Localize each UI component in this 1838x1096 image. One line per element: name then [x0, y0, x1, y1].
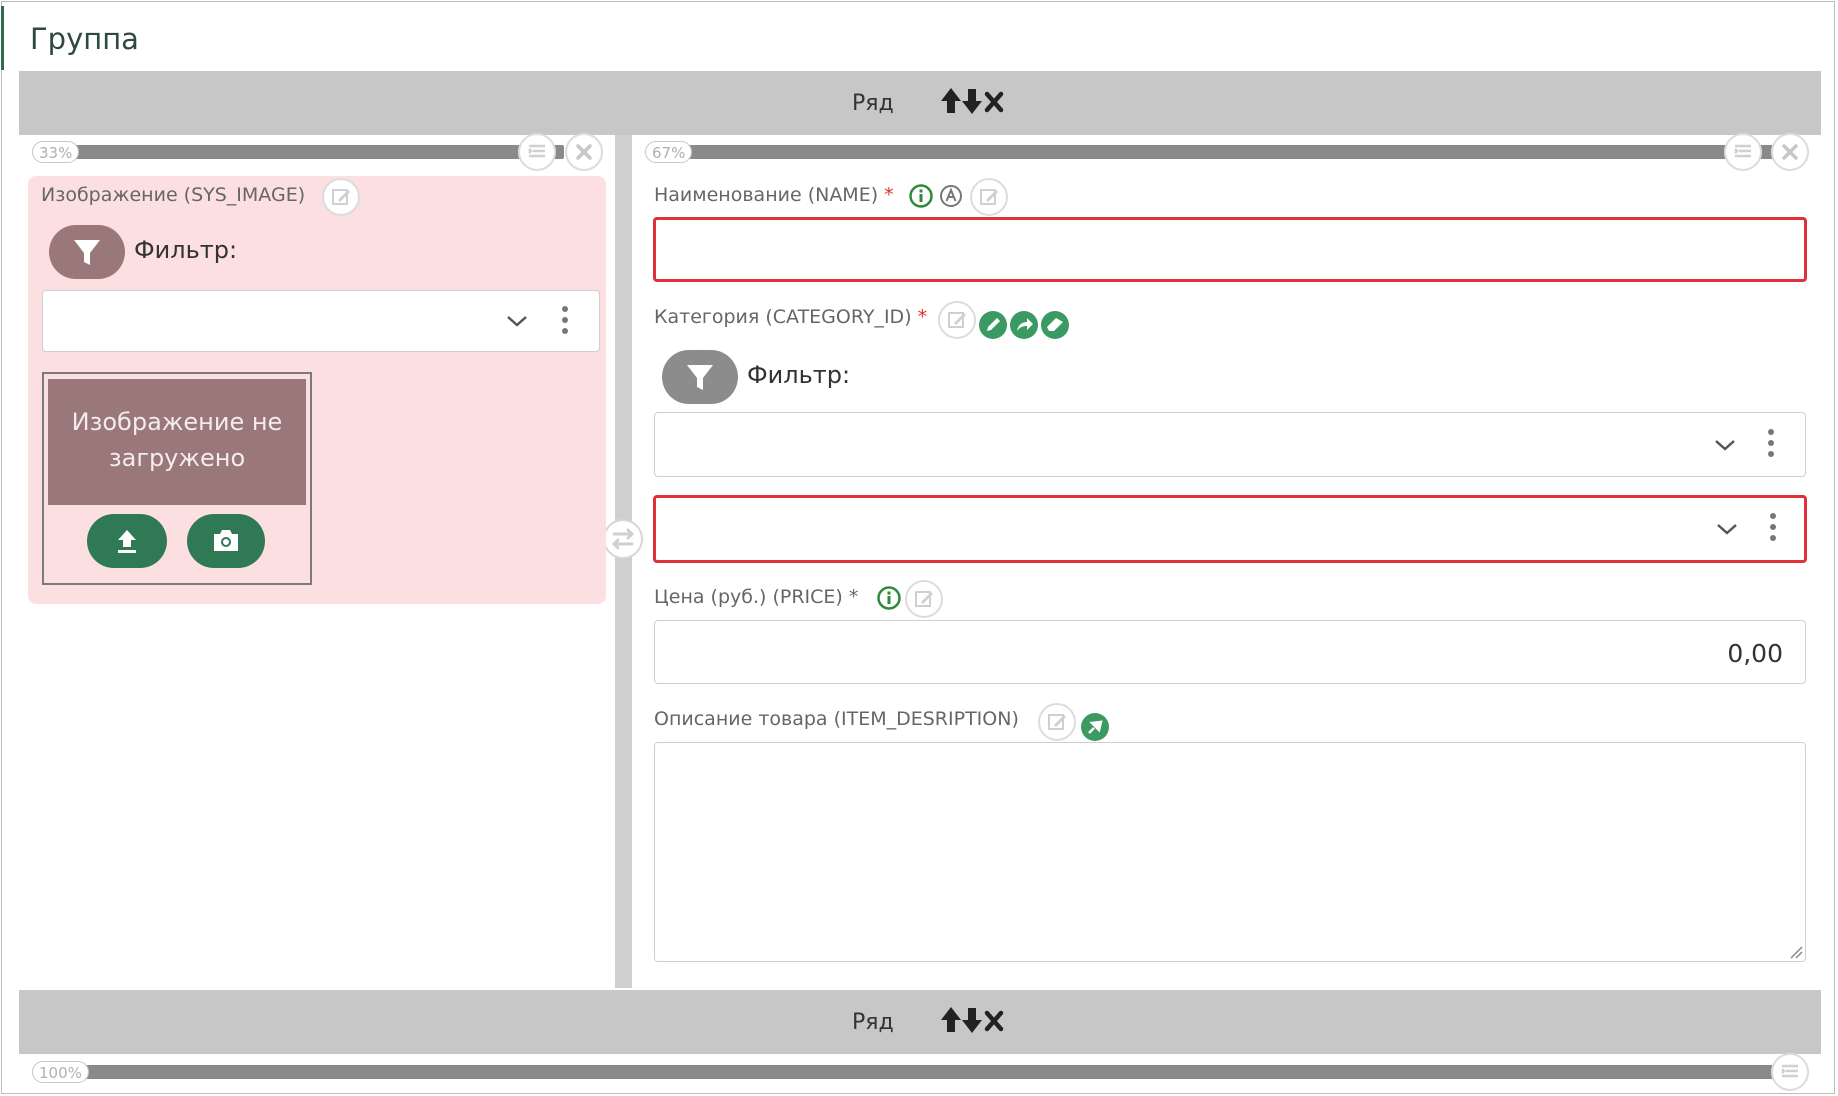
name-field-edit-button[interactable] [970, 178, 1008, 216]
arrow-up-icon[interactable] [941, 1007, 961, 1032]
name-input[interactable] [653, 217, 1807, 282]
close-icon [1782, 144, 1798, 160]
bottom-percent-badge: 100% [32, 1061, 89, 1083]
row-bar-top: Ряд [19, 71, 1821, 135]
price-field-label: Цена (руб.) (PRICE) * [654, 586, 859, 608]
price-input[interactable]: 0,00 [654, 620, 1806, 684]
arrow-down-icon[interactable] [962, 1008, 982, 1033]
pin-icon[interactable] [1080, 712, 1110, 742]
info-icon[interactable] [876, 585, 902, 611]
upload-button[interactable] [87, 514, 167, 568]
category-filter-label: Фильтр: [747, 361, 851, 389]
right-column-close-button[interactable] [1771, 133, 1809, 171]
share-icon[interactable] [1009, 310, 1039, 340]
kebab-icon[interactable] [1770, 513, 1776, 546]
bottom-width-bar[interactable] [48, 1065, 1778, 1079]
pencil-icon[interactable] [978, 310, 1008, 340]
category-field-edit-button[interactable] [938, 301, 976, 339]
eraser-icon[interactable] [1040, 310, 1070, 340]
upload-icon [118, 530, 136, 553]
filter-icon [687, 365, 713, 390]
close-icon[interactable] [984, 1010, 1004, 1032]
row-controls [939, 1004, 1009, 1036]
category-filter-select[interactable] [654, 412, 1806, 477]
row-label: Ряд [852, 91, 894, 116]
description-textarea[interactable] [654, 742, 1806, 962]
row-bar-bottom: Ряд [19, 990, 1821, 1054]
settings-list-icon [1781, 1064, 1798, 1078]
category-select[interactable] [653, 495, 1807, 563]
close-icon [576, 144, 592, 160]
info-icon[interactable] [908, 183, 934, 209]
left-percent-badge: 33% [32, 141, 80, 163]
row-controls [939, 85, 1009, 117]
edit-icon [915, 591, 933, 607]
image-placeholder: Изображение не загружено [48, 379, 306, 505]
required-mark: * [884, 184, 894, 206]
required-mark: * [848, 586, 859, 608]
swap-icon [611, 528, 635, 550]
required-mark: * [917, 306, 928, 328]
filter-icon [74, 240, 100, 265]
image-field-edit-button[interactable] [322, 178, 360, 216]
chevron-down-icon [507, 316, 527, 327]
image-select[interactable] [42, 290, 600, 352]
edit-icon [1048, 714, 1066, 730]
bottom-column-settings-button[interactable] [1771, 1053, 1809, 1091]
kebab-icon[interactable] [562, 306, 568, 339]
camera-icon [214, 530, 238, 551]
price-field-edit-button[interactable] [905, 580, 943, 618]
edit-icon [332, 189, 350, 205]
column-splitter[interactable] [615, 135, 632, 988]
left-width-bar[interactable] [48, 145, 564, 159]
image-field-label: Изображение (SYS_IMAGE) [41, 184, 306, 206]
settings-list-icon [1734, 144, 1751, 158]
kebab-icon[interactable] [1768, 429, 1774, 462]
arrow-up-icon[interactable] [941, 88, 961, 113]
left-column-settings-button[interactable] [518, 133, 556, 171]
name-field-label: Наименование (NAME) * [654, 184, 894, 206]
settings-list-icon [528, 144, 545, 158]
left-column-close-button[interactable] [565, 133, 603, 171]
edit-icon [980, 189, 998, 205]
right-percent-badge: 67% [645, 141, 693, 163]
camera-button[interactable] [187, 514, 265, 568]
arrow-down-icon[interactable] [962, 89, 982, 114]
swap-columns-button[interactable] [603, 519, 643, 559]
edit-icon [948, 312, 966, 328]
row-label: Ряд [852, 1010, 894, 1035]
chevron-down-icon [1715, 440, 1735, 451]
group-accent-bar [1, 6, 4, 70]
resize-icon[interactable] [1787, 943, 1803, 959]
group-title: Группа [30, 22, 139, 56]
price-value: 0,00 [1727, 639, 1783, 668]
image-filter-label: Фильтр: [134, 236, 238, 264]
category-filter-button[interactable] [662, 350, 738, 404]
chevron-down-icon [1717, 524, 1737, 535]
image-filter-button[interactable] [49, 225, 125, 279]
description-field-label: Описание товара (ITEM_DESRIPTION) [654, 708, 1019, 730]
right-width-bar[interactable] [668, 145, 1774, 159]
right-column-settings-button[interactable] [1724, 133, 1762, 171]
description-field-edit-button[interactable] [1038, 703, 1076, 741]
category-field-label: Категория (CATEGORY_ID) * [654, 306, 928, 328]
auto-icon[interactable] [939, 184, 963, 208]
image-upload-box: Изображение не загружено [42, 372, 312, 585]
close-icon[interactable] [984, 91, 1004, 113]
